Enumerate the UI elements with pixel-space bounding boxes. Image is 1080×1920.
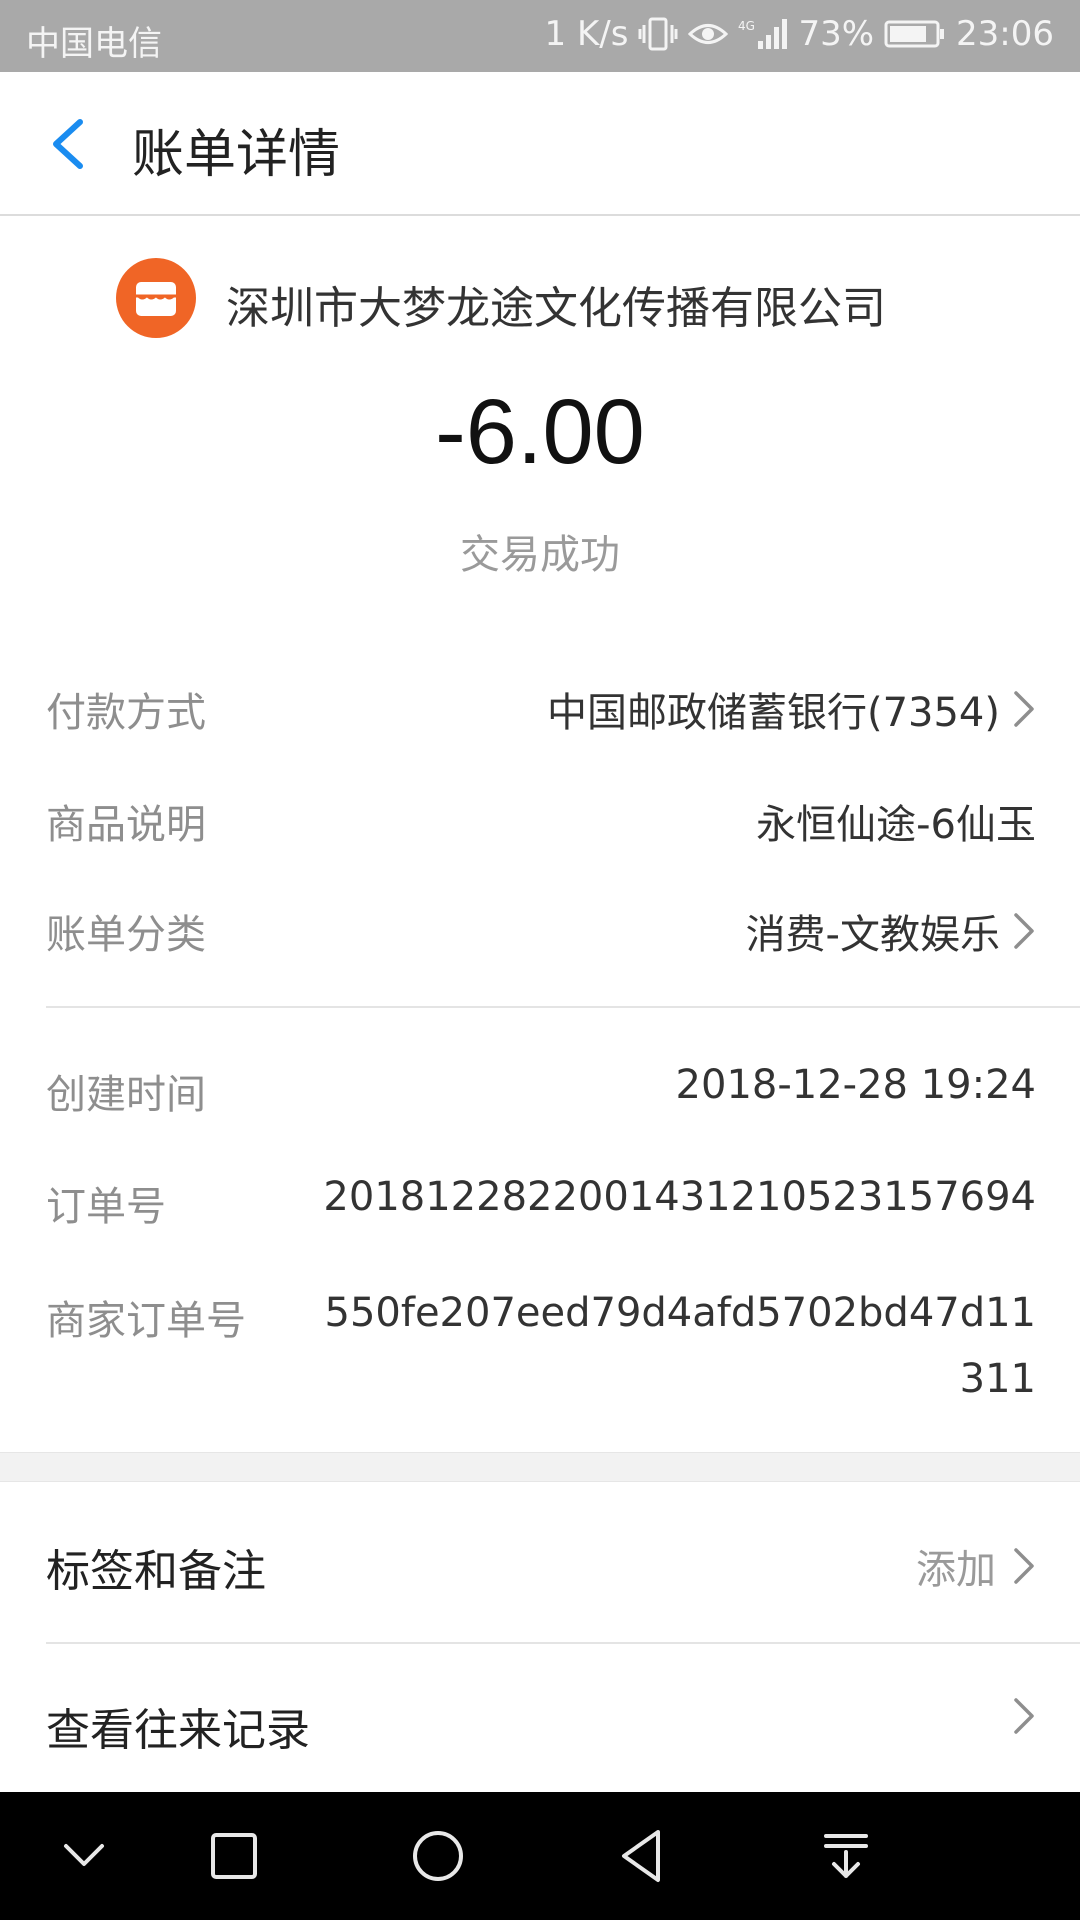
- add-tag-link[interactable]: 添加: [916, 1537, 996, 1595]
- home-button[interactable]: [406, 1824, 470, 1888]
- section-divider: [46, 1006, 1080, 1008]
- recents-button[interactable]: [202, 1824, 266, 1888]
- vibrate-icon: [638, 17, 678, 51]
- order-number-value: 20181228220014312105231576​94: [323, 1174, 1036, 1220]
- back-nav-button[interactable]: [610, 1824, 674, 1888]
- chevron-left-icon: [53, 119, 83, 169]
- product-description-label: 商品说明: [46, 802, 206, 848]
- status-bar: 中国电信 1 K/s 4G 73% 23:06: [0, 0, 1080, 72]
- hide-nav-button[interactable]: [52, 1824, 116, 1888]
- view-history-chevron-wrap: [1012, 1696, 1036, 1736]
- bill-category-row[interactable]: 账单分类 消费-文教娱乐: [46, 894, 1036, 958]
- network-type: 4G: [738, 19, 755, 33]
- payment-method-value: 中国邮政储蓄银行(7354): [546, 690, 1000, 736]
- network-speed: 1 K/s: [544, 14, 629, 54]
- signal-icon: 4G: [738, 17, 788, 51]
- chevron-down-icon: [64, 1844, 104, 1866]
- app-header: 账单详情: [0, 72, 1080, 216]
- notification-pull-button[interactable]: [814, 1824, 878, 1888]
- tags-notes-action-wrap: 添加: [916, 1537, 1036, 1595]
- status-icons: 1 K/s 4G 73% 23:06: [545, 14, 1054, 54]
- triangle-back-icon: [622, 1830, 660, 1882]
- view-history-row[interactable]: 查看往来记录: [46, 1686, 1036, 1756]
- bill-category-value: 消费-文教娱乐: [745, 912, 1000, 958]
- merchant-header: 深圳市大梦龙途文化传播有限公司: [0, 250, 1080, 350]
- shop-icon: [116, 258, 196, 338]
- tags-notes-label: 标签和备注: [46, 1546, 266, 1597]
- merchant-name: 深圳市大梦龙途文化传播有限公司: [226, 283, 886, 334]
- created-time-label: 创建时间: [46, 1072, 206, 1118]
- row-divider: [46, 1642, 1080, 1644]
- transaction-amount: -6.00: [435, 381, 645, 483]
- payment-method-label: 付款方式: [46, 690, 206, 736]
- pull-down-icon: [824, 1834, 868, 1878]
- chevron-right-icon: [1014, 1548, 1034, 1584]
- battery-percent: 73%: [798, 14, 875, 54]
- created-time-row: 创建时间 2018-12-28 19:24: [46, 1054, 1036, 1118]
- back-button[interactable]: [44, 116, 94, 172]
- order-number-label: 订单号: [46, 1184, 166, 1230]
- merchant-order-label: 商家订单号: [46, 1298, 246, 1344]
- carrier-label: 中国电信: [26, 24, 162, 64]
- payment-method-value-wrap: 中国邮政储蓄银行(7354): [547, 680, 1036, 738]
- square-icon: [211, 1833, 257, 1879]
- bill-category-value-wrap: 消费-文教娱乐: [746, 902, 1036, 960]
- battery-icon: [884, 19, 946, 49]
- chevron-right-icon: [1014, 691, 1034, 727]
- tags-notes-row[interactable]: 标签和备注 添加: [46, 1527, 1036, 1597]
- chevron-right-icon: [1014, 1698, 1034, 1734]
- merchant-order-value: 550fe207eed79d4afd5702bd47d11311: [324, 1290, 1036, 1402]
- circle-icon: [413, 1831, 463, 1881]
- order-number-row: 订单号 20181228220014312105231576​94: [46, 1166, 1036, 1230]
- eye-icon: [688, 19, 729, 49]
- page-title: 账单详情: [132, 125, 341, 185]
- system-navigation-bar: [0, 1792, 1080, 1920]
- product-description-row: 商品说明 永恒仙途-6仙玉: [46, 784, 1036, 848]
- clock: 23:06: [956, 14, 1054, 54]
- chevron-right-icon: [1014, 913, 1034, 949]
- created-time-value: 2018-12-28 19:24: [675, 1062, 1036, 1108]
- view-history-label: 查看往来记录: [46, 1705, 310, 1756]
- section-separator: [0, 1452, 1080, 1482]
- transaction-status: 交易成功: [460, 532, 620, 578]
- payment-method-row[interactable]: 付款方式 中国邮政储蓄银行(7354): [46, 672, 1036, 736]
- product-description-value: 永恒仙途-6仙玉: [756, 802, 1036, 848]
- bill-category-label: 账单分类: [46, 912, 206, 958]
